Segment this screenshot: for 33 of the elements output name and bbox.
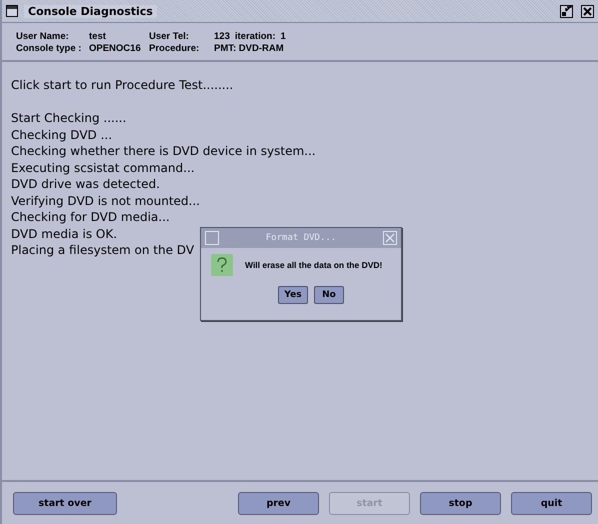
action-button[interactable]: stop: [420, 492, 501, 514]
info-value: 123: [214, 31, 230, 42]
window-icon[interactable]: [6, 5, 18, 17]
log-line: Executing scsistat command...: [11, 160, 195, 174]
question-icon: [211, 254, 233, 276]
action-button[interactable]: prev: [238, 492, 319, 514]
info-value: 1: [280, 31, 286, 42]
dialog-button[interactable]: No: [314, 286, 344, 304]
log-line: Checking whether there is DVD device in system...: [11, 144, 316, 158]
log-line: Placing a filesystem on the DV: [11, 243, 194, 257]
dialog-message: Will erase all the data on the DVD!: [245, 260, 382, 270]
info-value: PMT: DVD-RAM: [214, 43, 284, 54]
log-line: Checking DVD ...: [11, 128, 112, 142]
info-label: User Name:: [16, 31, 70, 42]
dialog-button[interactable]: Yes: [278, 286, 308, 304]
close-icon[interactable]: [581, 4, 594, 18]
restore-icon[interactable]: [560, 4, 573, 18]
info-label: User Tel:: [149, 31, 190, 42]
info-value: OPENOC16: [89, 43, 142, 54]
log-line: Start Checking ......: [11, 111, 126, 125]
window-title: Console Diagnostics: [24, 4, 157, 18]
info-label: iteration:: [234, 31, 276, 42]
info-value: test: [89, 31, 107, 42]
log-line: Checking for DVD media...: [11, 210, 170, 224]
info-label: Console type :: [16, 43, 82, 54]
log-line: Verifying DVD is not mounted...: [11, 194, 200, 208]
dialog-title: Format DVD...: [266, 233, 336, 243]
log-line: Click start to run Procedure Test........: [11, 78, 234, 92]
info-label: Procedure:: [149, 43, 200, 54]
log-line: DVD drive was detected.: [11, 177, 160, 191]
action-button[interactable]: start over: [13, 492, 117, 514]
log-line: DVD media is OK.: [11, 226, 118, 240]
action-button[interactable]: quit: [511, 492, 592, 514]
